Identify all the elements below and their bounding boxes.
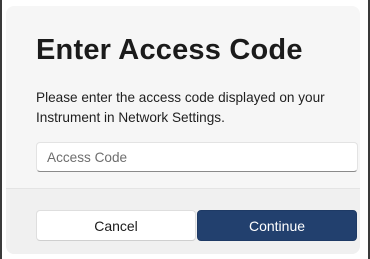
cancel-button[interactable]: Cancel [36,210,196,241]
window-frame: Enter Access Code Please enter the acces… [0,0,370,259]
footer-divider [6,188,360,189]
dialog-message: Please enter the access code displayed o… [36,90,325,125]
dialog-title: Enter Access Code [36,34,303,66]
continue-button[interactable]: Continue [197,210,357,241]
access-code-dialog: Enter Access Code Please enter the acces… [6,6,360,254]
window-border-left [0,0,2,259]
access-code-input[interactable] [36,142,358,172]
